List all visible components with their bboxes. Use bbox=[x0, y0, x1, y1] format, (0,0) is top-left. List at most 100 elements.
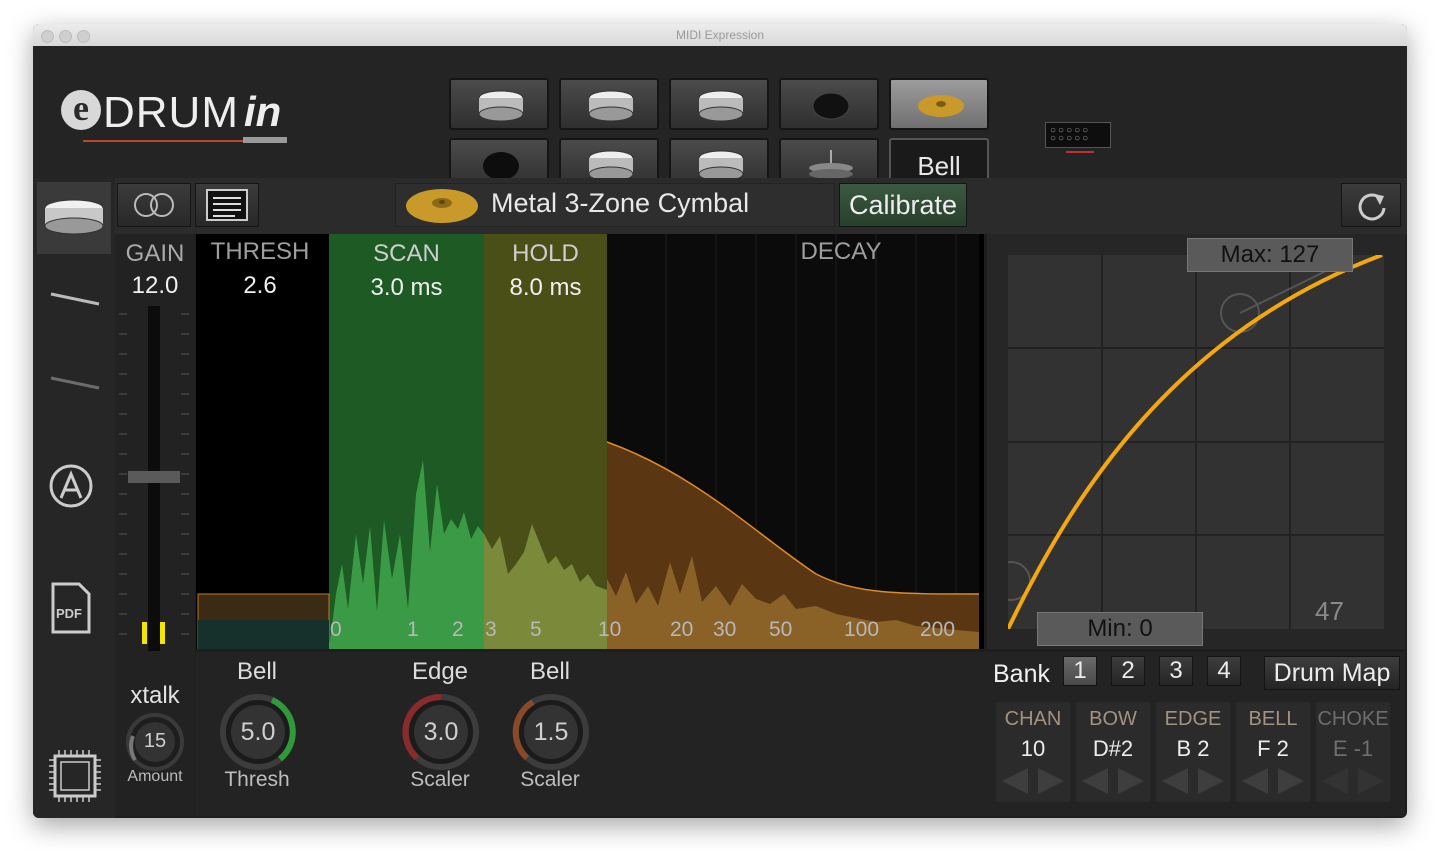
link-zones-button[interactable] bbox=[117, 183, 191, 227]
increment-arrow-icon[interactable] bbox=[1198, 768, 1224, 794]
pad-button-5-selected[interactable] bbox=[889, 78, 989, 130]
note-header: CHAN bbox=[1004, 708, 1062, 730]
drum-icon bbox=[698, 90, 744, 122]
pad-button-2[interactable] bbox=[559, 78, 659, 130]
velocity-curve-panel: Max: 127 Min: 0 47 bbox=[987, 234, 1405, 649]
decay-label: DECAY bbox=[800, 238, 882, 265]
note-value: 10 bbox=[1020, 736, 1046, 761]
increment-arrow-icon[interactable] bbox=[1038, 768, 1064, 794]
edrumin-logo: e DRUM in bbox=[61, 82, 301, 162]
velocity-curve-svg bbox=[1008, 255, 1384, 629]
time-tick: 200 bbox=[920, 618, 956, 641]
stick-icon[interactable] bbox=[47, 290, 103, 310]
stick-muted-icon[interactable] bbox=[47, 374, 103, 394]
bank-label: Bank bbox=[993, 660, 1050, 688]
time-tick: 20 bbox=[670, 618, 694, 641]
xtalk-label: xtalk bbox=[130, 682, 180, 709]
decrement-arrow-icon[interactable] bbox=[1242, 768, 1268, 794]
max-velocity-handle[interactable]: Max: 127 bbox=[1187, 238, 1353, 272]
decrement-arrow-icon[interactable] bbox=[1322, 768, 1348, 794]
scan-label: SCAN bbox=[373, 240, 440, 267]
window-title: MIDI Expression bbox=[675, 28, 765, 42]
pad-button-4[interactable] bbox=[779, 78, 879, 130]
gold-cymbal-icon bbox=[406, 189, 478, 223]
decrement-arrow-icon[interactable] bbox=[1082, 768, 1108, 794]
gain-label: GAIN bbox=[125, 240, 185, 267]
gain-value: 12.0 bbox=[131, 272, 179, 299]
note-column-chan: CHAN 10 bbox=[996, 702, 1070, 802]
time-tick: 50 bbox=[769, 618, 793, 641]
bank-button-3[interactable]: 3 bbox=[1159, 656, 1193, 686]
gain-panel: GAIN 12.0 xtalk 15 Amount bbox=[115, 234, 195, 816]
pad-button-3[interactable] bbox=[669, 78, 769, 130]
list-view-button[interactable] bbox=[195, 183, 259, 227]
note-header: BELL bbox=[1248, 708, 1298, 730]
bank-button-1[interactable]: 1 bbox=[1063, 656, 1097, 686]
accent-icon[interactable] bbox=[47, 462, 95, 510]
hold-value[interactable]: 8.0 ms bbox=[484, 274, 607, 302]
hold-label: HOLD bbox=[512, 240, 579, 267]
knob-edge-scaler-value: 3.0 bbox=[423, 718, 459, 746]
knob-bell-thresh-title: Bell bbox=[236, 658, 278, 685]
toolbar: Metal 3-Zone Cymbal Calibrate bbox=[115, 178, 1407, 234]
bank-button-2[interactable]: 2 bbox=[1111, 656, 1145, 686]
knob-bell-thresh-value: 5.0 bbox=[240, 718, 276, 746]
dark-cymbal-icon bbox=[812, 92, 850, 120]
calibrate-button[interactable]: Calibrate bbox=[839, 183, 967, 227]
time-tick: 0 bbox=[330, 618, 342, 641]
bottom-panel: Bell 5.0 Thresh Edge 3.0 Scaler Bell 1.5… bbox=[196, 652, 1405, 816]
decrement-arrow-icon[interactable] bbox=[1002, 768, 1028, 794]
knob-bell-thresh-label: Thresh bbox=[224, 768, 290, 791]
note-header: CHOKE bbox=[1317, 708, 1389, 730]
list-icon bbox=[206, 189, 248, 221]
drum-icon bbox=[44, 199, 104, 235]
thresh-value[interactable]: 2.6 bbox=[196, 272, 324, 300]
pad-button-1[interactable] bbox=[449, 78, 549, 130]
time-tick: 3 bbox=[485, 618, 497, 641]
gain-slider[interactable] bbox=[115, 304, 195, 664]
time-tick: 2 bbox=[452, 618, 464, 641]
sidebar-item-pad[interactable] bbox=[37, 182, 111, 254]
drum-map-button[interactable]: Drum Map bbox=[1264, 656, 1400, 690]
note-value: E -1 bbox=[1332, 736, 1374, 761]
increment-arrow-icon[interactable] bbox=[1278, 768, 1304, 794]
trigger-waveform-graph[interactable]: THRESH 2.6 SCAN 3.0 ms HOLD 8.0 ms DECAY… bbox=[196, 234, 984, 649]
scan-value[interactable]: 3.0 ms bbox=[329, 274, 484, 302]
note-value: B 2 bbox=[1176, 736, 1210, 761]
drum-icon bbox=[588, 90, 634, 122]
chip-icon[interactable] bbox=[47, 748, 103, 804]
time-tick: 10 bbox=[598, 618, 622, 641]
note-column-bow: BOW D#2 bbox=[1076, 702, 1150, 802]
sidebar: PDF bbox=[33, 178, 115, 818]
xtalk-value: 15 bbox=[143, 730, 167, 752]
time-tick: 100 bbox=[844, 618, 880, 641]
connector-icon: ○○○○○ ○○○○○ bbox=[1045, 122, 1111, 153]
title-bar: MIDI Expression bbox=[33, 24, 1407, 47]
note-column-choke: CHOKE E -1 bbox=[1316, 702, 1390, 802]
link-rings-icon bbox=[134, 193, 174, 217]
min-velocity-handle[interactable]: Min: 0 bbox=[1037, 612, 1203, 646]
knob-edge-scaler-label: Scaler bbox=[410, 768, 470, 791]
velocity-curve-grid[interactable] bbox=[1008, 255, 1384, 629]
note-value: D#2 bbox=[1092, 736, 1134, 761]
gold-cymbal-icon bbox=[918, 95, 964, 117]
pdf-icon[interactable]: PDF bbox=[47, 580, 95, 636]
xtalk-amount-label: Amount bbox=[127, 768, 183, 785]
app-window: MIDI Expression e DRUM in Bell ○○○○○ ○○○… bbox=[33, 24, 1407, 818]
note-column-edge: EDGE B 2 bbox=[1156, 702, 1230, 802]
knob-bell-scaler-value: 1.5 bbox=[533, 718, 569, 746]
decrement-arrow-icon[interactable] bbox=[1162, 768, 1188, 794]
header: e DRUM in Bell ○○○○○ ○○○○○ bbox=[33, 46, 1407, 190]
bank-button-4[interactable]: 4 bbox=[1207, 656, 1241, 686]
increment-arrow-icon[interactable] bbox=[1118, 768, 1144, 794]
logo-plug-icon bbox=[243, 137, 287, 143]
reset-button[interactable] bbox=[1341, 183, 1401, 227]
current-velocity-value: 47 bbox=[1315, 596, 1344, 626]
gain-slider-handle[interactable] bbox=[128, 471, 180, 483]
note-header: BOW bbox=[1089, 708, 1137, 730]
increment-arrow-icon[interactable] bbox=[1358, 768, 1384, 794]
logo-e: e bbox=[61, 90, 101, 130]
refresh-icon bbox=[1358, 193, 1386, 221]
knob-bell-scaler-label: Scaler bbox=[520, 768, 580, 791]
logo-drum: DRUM bbox=[103, 88, 239, 137]
